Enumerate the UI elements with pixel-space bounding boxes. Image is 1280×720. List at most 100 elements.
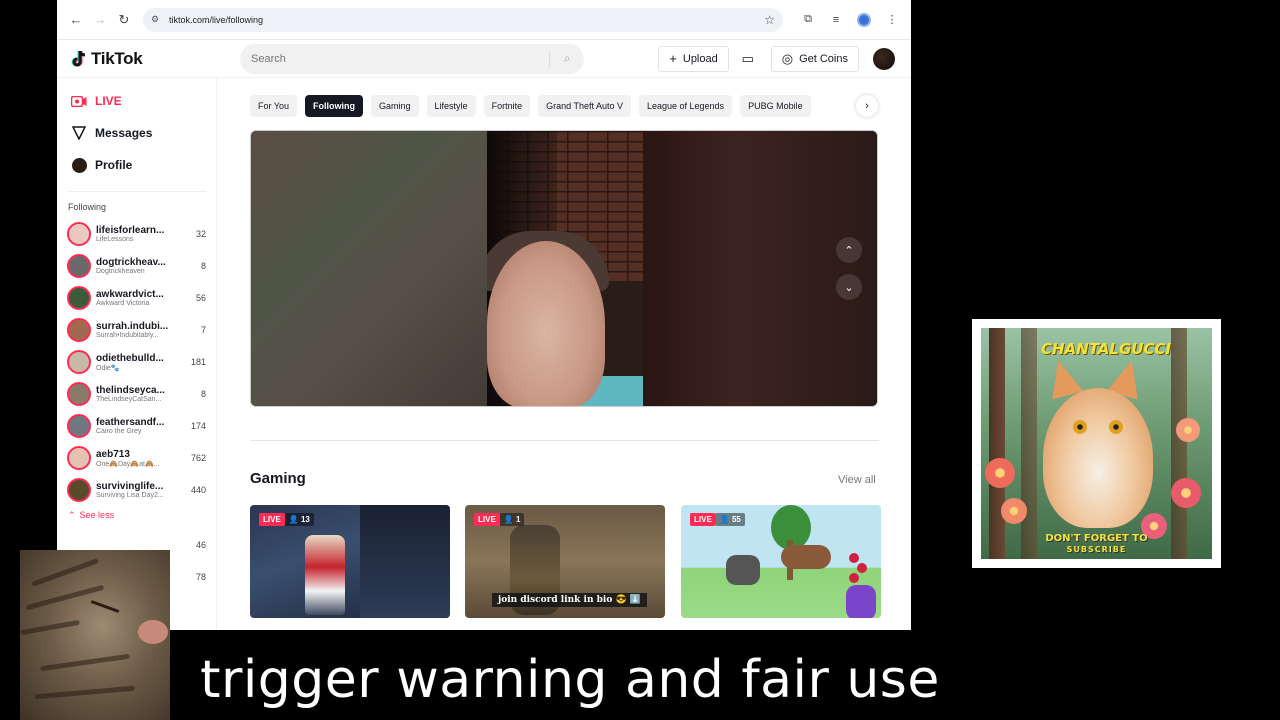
media-icon[interactable]: ≡ <box>825 9 847 31</box>
category-chip[interactable]: PUBG Mobile <box>740 95 811 117</box>
live-player[interactable]: ⌃ ⌄ <box>250 130 878 407</box>
see-less-label: See less <box>79 510 115 520</box>
reload-icon[interactable]: ↻ <box>113 9 135 31</box>
following-names: aeb713 One🙈Day🙈at🙈... <box>96 449 176 468</box>
url-text: tiktok.com/live/following <box>169 14 264 25</box>
following-nickname: Awkward Victoria <box>96 300 150 307</box>
profile-icon[interactable] <box>853 9 875 31</box>
live-badge: LIVE 👤 13 <box>259 513 314 526</box>
view-all-link[interactable]: View all <box>838 474 876 486</box>
following-item[interactable]: survivinglife... Surviving Lisa Day2... 44… <box>57 474 216 506</box>
viewer-count-value: 13 <box>300 515 310 524</box>
following-item[interactable]: surrah.indubi... Surrah•Indubitably... 7 <box>57 314 216 346</box>
category-chip[interactable]: For You <box>250 95 298 117</box>
chevron-up-icon[interactable]: ⌃ <box>836 237 862 263</box>
following-name: awkwardvict... <box>96 289 164 300</box>
following-nickname: Surviving Lisa Day2... <box>96 492 164 499</box>
user-avatar[interactable] <box>873 47 895 70</box>
viewer-count: 8 <box>200 261 206 271</box>
extensions-icon[interactable]: ⧉ <box>797 9 819 31</box>
tiktok-logo[interactable]: TikTok <box>71 49 221 69</box>
following-names: feathersandf... Cairo the Grey <box>96 417 176 435</box>
live-card[interactable]: join discord link in bio 😎 ⬇️ LIVE 👤 1 <box>465 505 665 618</box>
viewers-icon: 👤 <box>503 515 514 524</box>
following-names: lifeisforlearn... LifeLessons <box>96 225 176 243</box>
search-icon[interactable]: ⌕ <box>550 51 584 66</box>
following-item[interactable]: thelindseyca... TheLindseyCatSan... 8 <box>57 378 216 410</box>
live-badge: LIVE 👤 55 <box>690 513 745 526</box>
cat-nose <box>138 620 168 644</box>
following-item[interactable]: odiethebulld... Odie🐾 181 <box>57 346 216 378</box>
viewer-count: 78 <box>195 572 206 582</box>
viewer-count-value: 55 <box>731 515 741 524</box>
category-chip[interactable]: Fortnite <box>483 95 531 117</box>
card-rock <box>726 555 760 585</box>
live-icon <box>70 95 88 107</box>
chevron-right-icon[interactable]: › <box>856 95 878 117</box>
sidebar-item-live[interactable]: LIVE <box>57 85 216 117</box>
avatar <box>67 222 91 246</box>
inbox-icon[interactable]: ▭ <box>735 46 761 72</box>
upload-button[interactable]: + Upload <box>658 45 729 72</box>
sidebar-item-profile[interactable]: Profile <box>57 149 216 181</box>
card-animal <box>781 545 831 569</box>
category-chip[interactable]: League of Legends <box>638 95 733 117</box>
sidebar: LIVE Messages Profile Following lifeisfo… <box>57 78 217 630</box>
following-nickname: Cairo the Grey <box>96 428 142 435</box>
webcam-cat <box>20 550 170 720</box>
category-chip[interactable]: Grand Theft Auto V <box>538 95 631 117</box>
see-less-link[interactable]: ⌃ See less <box>57 506 216 524</box>
following-names: survivinglife... Surviving Lisa Day2... <box>96 481 176 499</box>
following-item[interactable]: feathersandf... Cairo the Grey 174 <box>57 410 216 442</box>
subscribe-line-2: SUBSCRIBE <box>1066 545 1127 554</box>
following-nickname: Surrah•Indubitably... <box>96 332 159 339</box>
viewer-count: 174 <box>190 421 206 431</box>
following-item[interactable]: dogtrickheav... Dogtrickheaven 8 <box>57 250 216 282</box>
search-input[interactable]: Search ⌕ <box>240 43 584 74</box>
card-berry <box>849 553 859 563</box>
following-item[interactable]: awkwardvict... Awkward Victoria 56 <box>57 282 216 314</box>
category-chip[interactable]: Lifestyle <box>426 95 476 117</box>
following-item[interactable]: lifeisforlearn... LifeLessons 32 <box>57 218 216 250</box>
live-badge: LIVE 👤 1 <box>474 513 525 526</box>
get-coins-button[interactable]: ◎ Get Coins <box>770 45 859 72</box>
following-names: surrah.indubi... Surrah•Indubitably... <box>96 321 176 339</box>
menu-icon[interactable]: ⋮ <box>881 9 903 31</box>
messages-icon <box>70 126 88 140</box>
following-nickname: One🙈Day🙈at🙈... <box>96 460 160 468</box>
following-nickname: LifeLessons <box>96 236 134 243</box>
chevron-down-icon[interactable]: ⌄ <box>836 274 862 300</box>
viewer-count: 👤 13 <box>284 513 314 526</box>
avatar <box>67 478 91 502</box>
back-icon[interactable]: ← <box>65 9 87 31</box>
category-chips: For You Following Gaming Lifestyle Fortnite G… <box>250 95 880 117</box>
tiktok-note-icon <box>71 50 87 68</box>
coin-icon: ◎ <box>781 50 794 66</box>
following-item[interactable]: aeb713 One🙈Day🙈at🙈... 762 <box>57 442 216 474</box>
live-card[interactable]: LIVE 👤 55 <box>681 505 881 618</box>
following-heading: Following <box>68 202 107 212</box>
sidebar-item-label: Messages <box>95 126 153 140</box>
forward-icon[interactable]: → <box>89 9 111 31</box>
avatar <box>67 318 91 342</box>
card-hand <box>846 585 876 618</box>
viewer-count: 32 <box>195 229 206 239</box>
viewers-icon: 👤 <box>288 515 299 524</box>
section-divider <box>250 440 879 441</box>
channel-name: CHANTALGUCCI <box>1041 340 1172 358</box>
card-caption: join discord link in bio 😎 ⬇️ <box>492 593 648 607</box>
live-card[interactable]: LIVE 👤 13 <box>250 505 450 618</box>
plus-icon: + <box>669 51 677 66</box>
site-settings-icon[interactable]: ⚙ <box>151 14 163 26</box>
address-bar[interactable]: ⚙ tiktok.com/live/following ☆ <box>143 7 783 32</box>
viewer-count: 762 <box>190 453 206 463</box>
sidebar-item-label: Profile <box>95 158 133 172</box>
browser-window: ← → ↻ ⚙ tiktok.com/live/following ☆ ⧉ ≡ … <box>57 0 911 630</box>
category-chip[interactable]: Gaming <box>371 95 419 117</box>
sidebar-item-messages[interactable]: Messages <box>57 117 216 149</box>
viewer-count-value: 1 <box>515 515 521 524</box>
profile-icon <box>70 157 88 173</box>
category-chip[interactable]: Following <box>305 95 364 117</box>
following-name: aeb713 <box>96 448 130 460</box>
star-icon[interactable]: ☆ <box>764 13 775 27</box>
